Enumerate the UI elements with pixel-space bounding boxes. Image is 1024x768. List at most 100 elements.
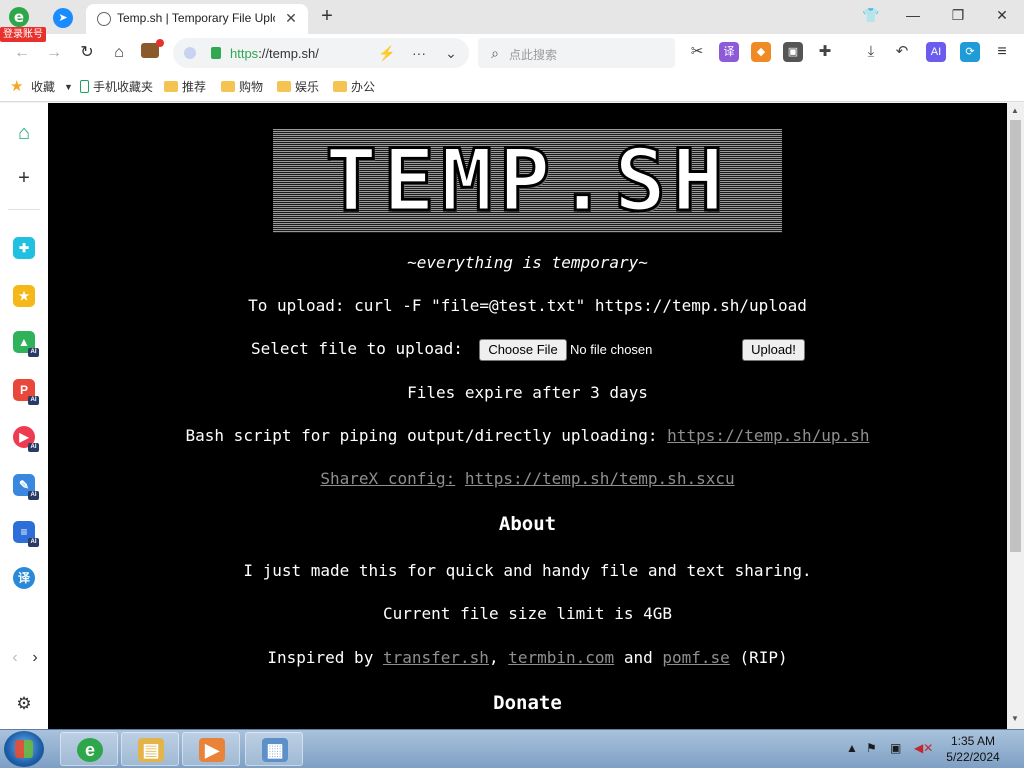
chevron-down-icon[interactable]: ⌄ [441,43,461,63]
extension-icon[interactable]: ✚ [815,42,835,62]
bookmark-folder-entertainment[interactable]: 娱乐 [277,79,319,95]
scroll-down-icon[interactable]: ▼ [1011,714,1019,723]
browser-logo-icon[interactable]: e [6,5,32,29]
lightning-icon[interactable]: ⚡ [377,43,397,63]
bookmark-folder-shopping[interactable]: 购物 [221,79,263,95]
screen-icon[interactable]: ▣ [783,42,803,62]
plugin-icon[interactable]: ✚ [13,237,35,259]
undo-icon[interactable]: ↶ [892,42,912,62]
bookmark-folder-recommend[interactable]: 推荐 [164,79,206,95]
translate-icon[interactable]: 译 [719,42,739,62]
taskbar-clock[interactable]: 1:35 AM 5/22/2024 [936,733,1010,765]
no-file-chosen-text: No file chosen [570,342,653,357]
gear-icon[interactable]: ⚙ [12,692,36,716]
about-heading: About [498,513,557,535]
video-ai-icon[interactable]: ▶ AI [13,426,39,452]
star-icon[interactable]: ★ [13,285,35,307]
phone-icon [80,80,89,93]
donate-heading: Donate [493,692,562,714]
bookmarks-bar: ★ 收藏 ▼ 手机收藏夹 推荐 购物 娱乐 办公 [0,72,1024,102]
sharex-config-link[interactable]: https://temp.sh/temp.sh.sxcu [465,469,735,488]
taskbar-explorer[interactable]: ▤ [121,732,179,766]
sidebar: ⌂ + ✚ ★ ▲ AI P AI ▶ AI ✎ AI ≡ AI 译 ‹ › ⚙ [0,103,48,729]
scissors-icon[interactable]: ✂ [687,42,707,62]
tab-title: Temp.sh | Temporary File Uplo [117,11,275,25]
media-player-icon: ▶ [199,738,225,762]
transfer-sh-link[interactable]: transfer.sh [383,648,489,667]
star-icon: ★ [10,78,24,95]
inspired-separator: , [488,648,499,667]
minimize-button[interactable]: — [898,4,928,26]
site-info-icon[interactable] [184,47,196,59]
volume-muted-icon[interactable]: ◀✕ [914,741,933,755]
tab-close-icon[interactable]: ✕ [282,9,300,27]
translate-icon[interactable]: 译 [13,567,35,589]
home-icon[interactable]: ⌂ [12,121,36,145]
flag-icon[interactable]: ⚑ [866,741,877,755]
svg-text:e: e [14,8,24,26]
search-box[interactable]: ⌕ 点此搜索 [478,38,675,68]
folder-icon [164,81,178,92]
scroll-up-icon[interactable]: ▲ [1011,106,1019,115]
sharex-label-link[interactable]: ShareX config: [320,469,455,488]
restore-button[interactable]: ❐ [943,4,973,26]
start-button[interactable] [4,731,44,767]
temp-sh-logo: TEMP.SH [273,129,782,233]
taskbar-media-player[interactable]: ▶ [182,732,240,766]
notification-dot [156,39,164,47]
inspired-and: and [623,648,653,667]
image-ai-icon[interactable]: ▲ AI [13,331,39,357]
url-text[interactable]: https://temp.sh/ [230,46,319,61]
bash-label: Bash script for piping output/directly u… [185,426,658,445]
back-icon[interactable]: ← [11,42,33,64]
scrollbar-thumb[interactable] [1010,120,1021,552]
bookmark-folder-office[interactable]: 办公 [333,79,375,95]
lock-icon[interactable] [211,47,221,59]
edit-ai-icon[interactable]: ✎ AI [13,474,39,500]
new-tab-button[interactable]: + [316,5,338,27]
taskbar-control-panel[interactable]: ▦ [245,732,303,766]
network-icon[interactable]: ▣ [890,741,901,755]
sidebar-divider [8,209,40,210]
bookmark-favorites[interactable]: 收藏 [31,79,55,95]
more-icon[interactable]: ··· [409,43,429,63]
pomf-link[interactable]: pomf.se [662,648,729,667]
browser-window: e 登录账号 ➤ Temp.sh | Temporary File Uplo ✕… [0,0,1024,768]
navigation-bar: ← → ↻ ⌂ https://temp.sh/ ⚡ ··· ⌄ ⌕ 点此搜索 … [0,34,1024,72]
termbin-link[interactable]: termbin.com [508,648,614,667]
chevron-down-icon[interactable]: ▼ [64,79,73,95]
taskbar: e ▤ ▶ ▦ ▲ ⚑ ▣ ◀✕ 1:35 AM 5/22/2024 [0,729,1024,768]
bookmark-mobile[interactable]: 手机收藏夹 [80,79,153,95]
upload-command: To upload: curl -F "file=@test.txt" http… [248,296,807,315]
menu-icon[interactable]: ≡ [992,42,1012,62]
home-icon[interactable]: ⌂ [108,42,130,64]
login-account-badge[interactable]: 登录账号 [0,27,46,42]
download-icon[interactable]: ⤓ [861,42,881,62]
reload-icon[interactable]: ↻ [76,42,98,64]
page-scrollbar[interactable]: ▲ ▼ [1007,103,1024,729]
ai-icon[interactable]: AI [926,42,946,62]
sharex-line: ShareX config: https://temp.sh/temp.sh.s… [48,469,1007,489]
inspired-prefix: Inspired by [267,648,374,667]
taskbar-browser[interactable]: e [60,732,118,766]
folder-icon [221,81,235,92]
pdf-ai-icon[interactable]: P AI [13,379,39,405]
forward-icon[interactable]: → [43,42,65,64]
pinned-tab-icon[interactable]: ➤ [53,8,73,28]
plus-icon[interactable]: + [12,166,36,190]
windows-logo-icon [15,740,33,758]
shirt-icon[interactable]: 👕 [856,4,886,26]
choose-file-button[interactable]: Choose File [479,339,567,361]
close-window-button[interactable]: ✕ [987,4,1017,26]
doc-ai-icon[interactable]: ≡ AI [13,521,39,547]
sync-icon[interactable]: ⟳ [960,42,980,62]
tab-active[interactable]: Temp.sh | Temporary File Uplo ✕ [86,4,308,34]
control-panel-icon: ▦ [262,738,288,762]
address-bar[interactable]: https://temp.sh/ ⚡ ··· ⌄ [173,38,469,68]
chevron-right-icon[interactable]: › [23,646,47,670]
game-icon[interactable]: ◆ [751,42,771,62]
tray-arrow-icon[interactable]: ▲ [846,741,858,755]
folder-icon: ▤ [138,738,164,762]
upload-button[interactable]: Upload! [742,339,805,361]
bash-script-link[interactable]: https://temp.sh/up.sh [667,426,869,445]
